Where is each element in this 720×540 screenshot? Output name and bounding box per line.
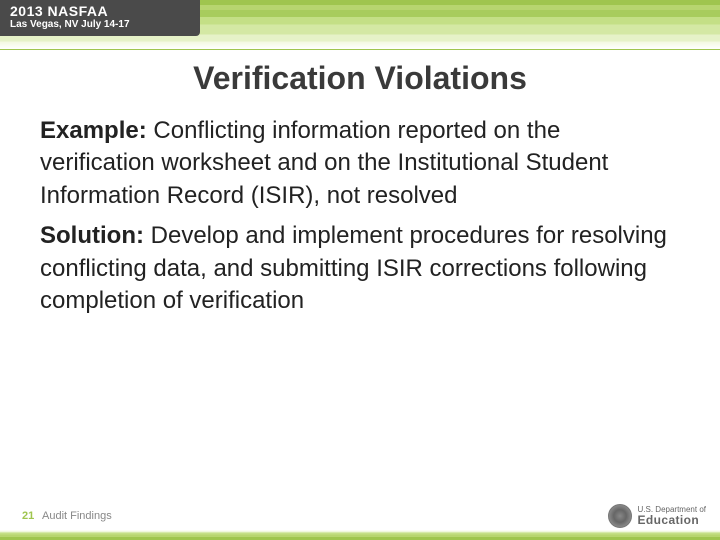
title-area: Verification Violations (0, 50, 720, 97)
header-banner: 2013 NASFAA Las Vegas, NV July 14-17 (0, 0, 720, 50)
event-title: 2013 NASFAA (10, 3, 190, 19)
example-label: Example: (40, 117, 147, 144)
page-title: Verification Violations (0, 60, 720, 97)
example-paragraph: Example: Conflicting information reporte… (40, 115, 680, 212)
footer: 21 Audit Findings U.S. Department of Edu… (0, 490, 720, 540)
footer-section: Audit Findings (42, 510, 112, 522)
seal-icon (608, 504, 632, 528)
slide-body: Example: Conflicting information reporte… (0, 97, 720, 317)
event-subtitle: Las Vegas, NV July 14-17 (10, 19, 190, 30)
dept-education-logo: U.S. Department of Education (608, 504, 706, 528)
dept-text: U.S. Department of Education (638, 506, 706, 526)
page-number: 21 (22, 510, 34, 522)
footer-stripe (0, 530, 720, 540)
solution-paragraph: Solution: Develop and implement procedur… (40, 220, 680, 317)
solution-label: Solution: (40, 222, 144, 249)
dept-name: Education (638, 514, 706, 526)
event-badge: 2013 NASFAA Las Vegas, NV July 14-17 (0, 0, 200, 36)
